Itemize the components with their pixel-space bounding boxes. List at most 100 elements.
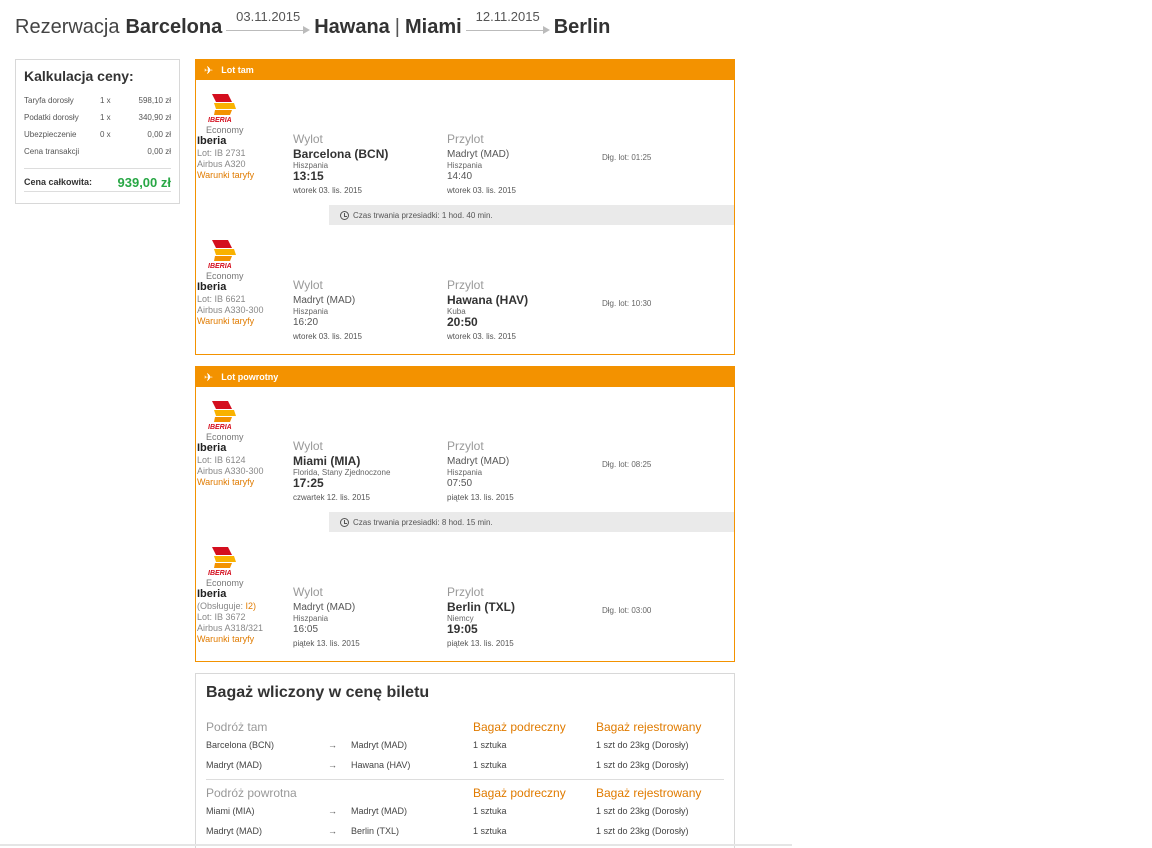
price-label: Podatki dorosły [24,113,79,122]
operated-by: (Obsługuje: I2) [197,601,257,611]
checked-label: Bagaż rejestrowany [596,785,702,800]
baggage-divider [206,779,724,780]
arrival-time: 20:50 [447,315,478,329]
header-origin: Barcelona [125,16,223,38]
price-value: 598,10 zł [138,96,171,105]
departure-date: wtorek 03. lis. 2015 [293,332,362,341]
airline-name: Iberia [197,588,227,600]
departure-label: Wylot [293,585,323,599]
arrival-date: wtorek 03. lis. 2015 [447,332,516,341]
arrow-right-icon: → [328,826,337,836]
airline-name: Iberia [197,442,227,454]
departure-country: Hiszpania [293,307,329,316]
header-dest1: Hawana [314,16,390,38]
baggage-to: Hawana (HAV) [351,760,411,770]
fare-conditions-link[interactable]: Warunki taryfy [197,634,263,645]
arrival-label: Przylot [447,439,484,453]
flight-info: (Obsługuje: I2) Lot: IB 3672 Airbus A318… [197,601,263,645]
baggage-row: Miami (MIA) → Madryt (MAD) 1 sztuka 1 sz… [206,801,724,821]
flight-leg: IBERIA Economy Iberia Lot: IB 2731 Airbu… [196,80,734,226]
baggage-section-return: Podróż powrotna Bagaż podreczny Bagaż re… [206,784,724,841]
checked-label: Bagaż rejestrowany [596,719,702,734]
layover-bar: Czas trwania przesiadki: 8 hod. 15 min. [329,512,734,532]
date-out-segment: 03.11.2015 [226,10,311,36]
price-total: Cena całkowita: 939,00 zł [24,168,171,192]
fare-conditions-link[interactable]: Warunki taryfy [197,170,254,181]
baggage-from: Barcelona (BCN) [206,740,275,750]
baggage-row: Madryt (MAD) → Hawana (HAV) 1 sztuka 1 s… [206,755,724,775]
flight-number: Lot: IB 3672 [197,612,246,622]
arrival-column: Przylot Madryt (MAD) Hiszpania 14:40 wto… [447,132,516,196]
iberia-logo: IBERIA [208,240,236,270]
baggage-title: Bagaż wliczony w cenę biletu [206,684,430,701]
baggage-section-label: Podróż tam [206,719,268,734]
aircraft: Airbus A330-300 [197,305,264,315]
svg-text:IBERIA: IBERIA [208,117,232,124]
fare-conditions-link[interactable]: Warunki taryfy [197,316,264,327]
price-value: 0,00 zł [147,147,171,156]
flight-number: Lot: IB 2731 [197,148,246,158]
fare-conditions-link[interactable]: Warunki taryfy [197,477,264,488]
departure-date: czwartek 12. lis. 2015 [293,493,370,502]
flight-leg: IBERIA Economy Iberia (Obsługuje: I2) Lo… [196,533,734,678]
arrival-country: Hiszpania [447,468,483,477]
baggage-carry: 1 sztuka [473,826,507,836]
arrival-label: Przylot [447,132,484,146]
clock-icon [340,210,349,220]
baggage-checked: 1 szt do 23kg (Dorosły) [596,740,689,750]
baggage-to: Madryt (MAD) [351,806,407,816]
cabin-class: Economy [206,578,244,588]
departure-place: Miami (MIA) [293,454,361,468]
iberia-logo: IBERIA [208,401,236,431]
arrow-right-icon: → [328,806,337,816]
arrival-date: wtorek 03. lis. 2015 [447,186,516,195]
departure-column: Wylot Madryt (MAD) Hiszpania 16:05 piąte… [293,585,360,649]
cabin-class: Economy [206,125,244,135]
price-row: Ubezpieczenie 0 x 0,00 zł [24,126,171,143]
price-label: Taryfa dorosły [24,96,74,105]
departure-time: 13:15 [293,169,324,183]
departure-time: 16:20 [293,317,319,328]
baggage-row: Barcelona (BCN) → Madryt (MAD) 1 sztuka … [206,735,724,755]
arrival-label: Przylot [447,585,484,599]
price-calculation: Kalkulacja ceny: Taryfa dorosły 1 x 598,… [15,59,180,204]
price-row: Cena transakcji 0,00 zł [24,143,171,160]
arrival-place: Madryt (MAD) [447,149,510,160]
flight-leg: IBERIA Economy Iberia Lot: IB 6621 Airbu… [196,226,734,371]
baggage-carry: 1 sztuka [473,806,507,816]
departure-label: Wylot [293,132,323,146]
flight-info: Lot: IB 2731 Airbus A320 Warunki taryfy [197,148,254,181]
baggage-head: Podróż powrotna Bagaż podreczny Bagaż re… [206,784,724,801]
carry-on-label: Bagaż podreczny [473,719,566,734]
price-qty: 1 x [100,113,111,122]
arrival-place: Madryt (MAD) [447,456,510,467]
departure-label: Wylot [293,439,323,453]
baggage-row: Madryt (MAD) → Berlin (TXL) 1 sztuka 1 s… [206,821,724,841]
departure-date: piątek 13. lis. 2015 [293,639,360,648]
layover-text: Czas trwania przesiadki: 8 hod. 15 min. [353,517,493,527]
iberia-logo: IBERIA [208,547,236,577]
flight-info: Lot: IB 6621 Airbus A330-300 Warunki tar… [197,294,264,327]
baggage-checked: 1 szt do 23kg (Dorosły) [596,760,689,770]
svg-text:IBERIA: IBERIA [208,263,232,270]
flight-duration: Dłg. lot: 03:00 [602,606,652,615]
flight-duration: Dłg. lot: 10:30 [602,299,652,308]
outbound-title: Lot tam [221,65,254,75]
baggage-to: Madryt (MAD) [351,740,407,750]
departure-place: Barcelona (BCN) [293,147,389,161]
baggage-head: Podróż tam Bagaż podreczny Bagaż rejestr… [206,718,724,735]
arrival-column: Przylot Berlin (TXL) Niemcy 19:05 piątek… [447,585,515,649]
baggage-checked: 1 szt do 23kg (Dorosły) [596,806,689,816]
svg-text:IBERIA: IBERIA [208,570,232,577]
departure-label: Wylot [293,278,323,292]
departure-country: Hiszpania [293,614,329,623]
price-value: 0,00 zł [147,130,171,139]
page-bottom-border [0,844,792,846]
aircraft: Airbus A330-300 [197,466,264,476]
price-qty: 0 x [100,130,111,139]
departure-place: Madryt (MAD) [293,295,356,306]
iberia-logo: IBERIA [208,94,236,124]
flight-duration: Dłg. lot: 01:25 [602,153,652,162]
cabin-class: Economy [206,271,244,281]
arrival-time: 07:50 [447,478,473,489]
